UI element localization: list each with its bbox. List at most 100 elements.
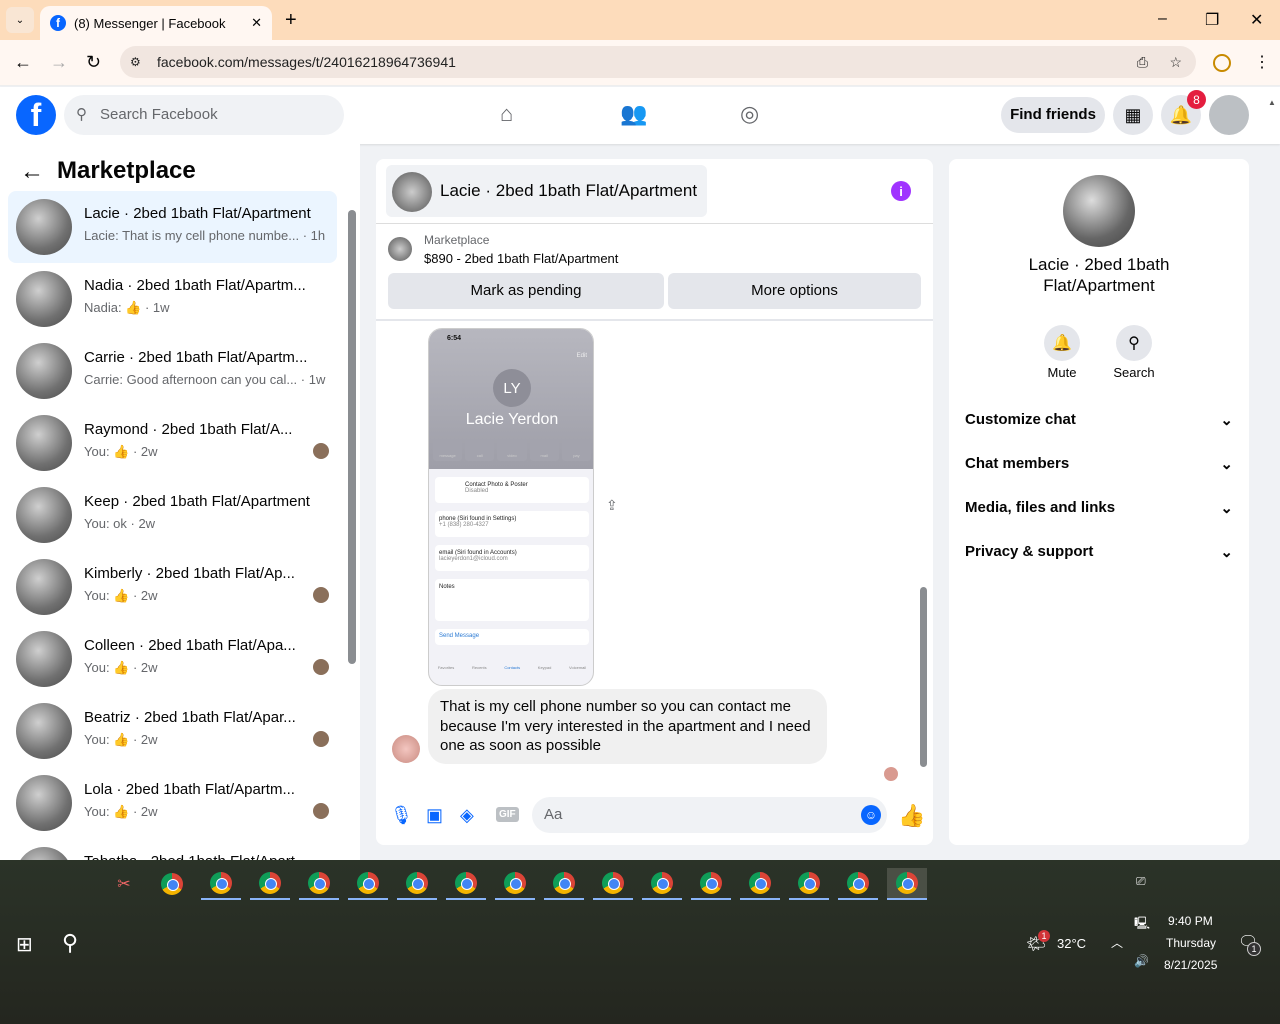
gif-icon[interactable]: GIF xyxy=(496,807,519,822)
conversation-item[interactable]: Raymond · 2bed 1bath Flat/A... You: 👍 · 2… xyxy=(8,407,337,479)
chrome-taskbar-icon[interactable] xyxy=(691,868,731,900)
volume-icon[interactable]: 🔊 xyxy=(1134,954,1149,968)
chrome-taskbar-icon[interactable] xyxy=(201,868,241,900)
menu-grid-icon[interactable]: ▦ xyxy=(1113,95,1153,135)
search-icon[interactable]: ⚲ xyxy=(1116,325,1152,361)
conversation-item[interactable]: Kimberly · 2bed 1bath Flat/Ap... You: 👍 ·… xyxy=(8,551,337,623)
chrome-taskbar-icon[interactable] xyxy=(397,868,437,900)
like-thumb-icon[interactable]: 👍 xyxy=(898,803,925,829)
chrome-taskbar-icon[interactable] xyxy=(152,868,192,900)
bookmark-star-icon[interactable]: ☆ xyxy=(1169,46,1182,78)
chrome-taskbar-icon[interactable] xyxy=(740,868,780,900)
chrome-taskbar-icon[interactable] xyxy=(789,868,829,900)
mute-bell-icon[interactable]: 🔔 xyxy=(1044,325,1080,361)
chrome-taskbar-icon[interactable] xyxy=(495,868,535,900)
info-icon[interactable]: i xyxy=(891,181,911,201)
conversation-name: Keep · 2bed 1bath Flat/Apartment xyxy=(84,493,310,510)
search-input[interactable]: ⚲ Search Facebook xyxy=(64,95,344,135)
section-chat-members[interactable]: Chat members ⌄ xyxy=(965,455,1233,473)
page-scrollbar[interactable]: ▲ xyxy=(1268,92,1280,858)
chrome-taskbar-icon[interactable] xyxy=(544,868,584,900)
close-tab-icon[interactable]: ✕ xyxy=(251,15,262,31)
conversation-avatar xyxy=(16,487,72,543)
chrome-taskbar-icon[interactable] xyxy=(887,868,927,900)
windows-taskbar: ✂ ⊞ ⚲ ⎚ 🌤 1 32°C ︿ 🖳 🔊 9:40 PM Thursday … xyxy=(0,860,1280,1024)
back-arrow-icon[interactable]: ← xyxy=(20,158,44,186)
mark-as-pending-button[interactable]: Mark as pending xyxy=(388,273,664,309)
clock-date[interactable]: 8/21/2025 xyxy=(1164,958,1217,972)
chrome-taskbar-icon[interactable] xyxy=(446,868,486,900)
conversation-item[interactable]: Nadia · 2bed 1bath Flat/Apartm... Nadia: … xyxy=(8,263,337,335)
chrome-taskbar-icon[interactable] xyxy=(299,868,339,900)
chrome-taskbar-icon[interactable] xyxy=(838,868,878,900)
meet-now-icon[interactable]: ⎚ xyxy=(1136,874,1146,889)
section-media-files-and-links[interactable]: Media, files and links ⌄ xyxy=(965,499,1233,517)
sidebar-scrollbar[interactable] xyxy=(348,210,356,664)
chat-title: Lacie · 2bed 1bath Flat/Apartment xyxy=(440,181,698,200)
mute-label: Mute xyxy=(1047,365,1077,380)
emoji-icon[interactable]: ☺ xyxy=(861,805,881,825)
chrome-taskbar-icon[interactable] xyxy=(642,868,682,900)
clock-day[interactable]: Thursday xyxy=(1166,936,1216,950)
maximize-button[interactable]: ❐ xyxy=(1205,10,1219,30)
friends-icon[interactable]: 👥 xyxy=(620,101,647,127)
seen-avatar xyxy=(313,443,329,459)
conversation-item[interactable]: Lacie · 2bed 1bath Flat/Apartment Lacie: … xyxy=(8,191,337,263)
section-customize-chat[interactable]: Customize chat ⌄ xyxy=(965,411,1233,429)
chrome-taskbar-icon[interactable] xyxy=(348,868,388,900)
url-input[interactable]: facebook.com/messages/t/2401621896473694… xyxy=(120,46,1196,78)
new-tab-button[interactable]: + xyxy=(285,9,297,32)
section-privacy-support[interactable]: Privacy & support ⌄ xyxy=(965,543,1233,561)
menu-icon[interactable]: ⋮ xyxy=(1254,52,1270,72)
chrome-icon xyxy=(749,872,771,894)
tab-list-button[interactable]: ⌄ xyxy=(6,7,34,33)
temperature[interactable]: 32°C xyxy=(1057,936,1086,951)
conversation-name: Colleen · 2bed 1bath Flat/Apa... xyxy=(84,637,296,654)
network-icon[interactable]: 🖳 xyxy=(1134,914,1150,935)
shared-screenshot-image[interactable]: 6:54 Edit LY Lacie Yerdon message call vid… xyxy=(428,328,594,686)
browser-tab[interactable]: f (8) Messenger | Facebook ✕ xyxy=(40,6,272,40)
conversation-item[interactable]: Keep · 2bed 1bath Flat/Apartment You: ok … xyxy=(8,479,337,551)
profile-icon[interactable] xyxy=(1213,54,1231,72)
find-friends-button[interactable]: Find friends xyxy=(1001,97,1105,133)
chrome-icon xyxy=(798,872,820,894)
chrome-taskbar-icon[interactable] xyxy=(593,868,633,900)
install-icon[interactable]: ⎙ xyxy=(1137,46,1148,78)
search-icon[interactable]: ⚲ xyxy=(62,930,78,956)
clock-time[interactable]: 9:40 PM xyxy=(1168,914,1213,928)
reload-icon[interactable]: ↻ xyxy=(86,52,101,73)
conversation-item[interactable]: Carrie · 2bed 1bath Flat/Apartm... Carrie… xyxy=(8,335,337,407)
share-icon[interactable]: ⇪ xyxy=(606,497,618,514)
email-row: email (Siri found in Accounts) lacieyerdo… xyxy=(435,545,589,571)
facebook-logo[interactable]: f xyxy=(16,95,56,135)
conversation-item[interactable]: Lola · 2bed 1bath Flat/Apartm... You: 👍 ·… xyxy=(8,767,337,839)
chrome-icon xyxy=(308,872,330,894)
sticker-icon[interactable]: ◈ xyxy=(460,805,474,826)
more-options-button[interactable]: More options xyxy=(668,273,921,309)
minimize-button[interactable]: – xyxy=(1158,10,1167,28)
account-avatar[interactable] xyxy=(1209,95,1249,135)
message-input[interactable]: Aa ☺ xyxy=(532,797,887,833)
url-text: facebook.com/messages/t/2401621896473694… xyxy=(157,54,456,70)
home-icon[interactable]: ⌂ xyxy=(500,101,513,127)
hidden-icons-chevron-icon[interactable]: ︿ xyxy=(1111,934,1123,951)
chrome-icon xyxy=(602,872,624,894)
chat-header-button[interactable]: Lacie · 2bed 1bath Flat/Apartment xyxy=(386,165,707,217)
chrome-taskbar-icon[interactable] xyxy=(250,868,290,900)
close-window-button[interactable]: ✕ xyxy=(1250,10,1263,30)
snipping-tool-icon[interactable]: ✂ xyxy=(104,868,144,900)
conversation-preview: Carrie: Good afternoon can you cal... · … xyxy=(84,372,326,387)
microphone-icon[interactable]: 🎙 xyxy=(390,805,413,826)
listing-title[interactable]: $890 - 2bed 1bath Flat/Apartment xyxy=(424,251,618,266)
groups-icon[interactable]: ◎ xyxy=(740,101,759,127)
address-bar-row: ← → ↻ facebook.com/messages/t/2401621896… xyxy=(0,40,1280,86)
chat-scrollbar[interactable] xyxy=(920,587,927,767)
photo-icon[interactable]: ▣ xyxy=(426,805,443,826)
facebook-favicon-icon: f xyxy=(50,15,66,31)
forward-icon[interactable]: → xyxy=(50,52,68,73)
conversation-item[interactable]: Colleen · 2bed 1bath Flat/Apa... You: 👍 ·… xyxy=(8,623,337,695)
conversation-item[interactable]: Beatriz · 2bed 1bath Flat/Apar... You: 👍 … xyxy=(8,695,337,767)
site-settings-icon[interactable]: ⚙ xyxy=(130,46,141,78)
back-icon[interactable]: ← xyxy=(14,52,32,73)
windows-start-icon[interactable]: ⊞ xyxy=(16,932,33,957)
